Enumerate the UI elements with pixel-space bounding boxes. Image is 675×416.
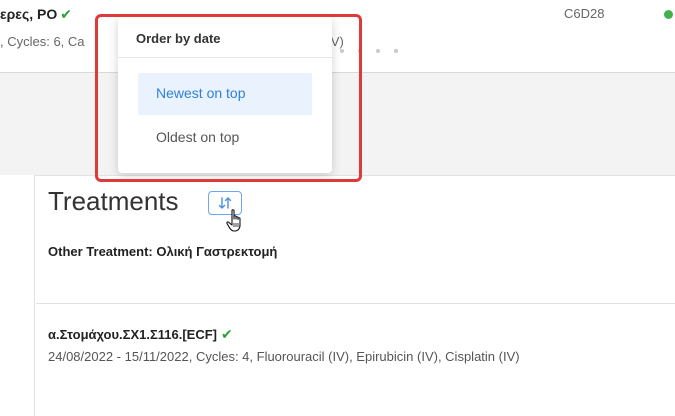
previous-regimen-title: ερες, PO ✔ <box>0 6 72 22</box>
regimen-details: 24/08/2022 - 15/11/2022, Cycles: 4, Fluo… <box>48 349 520 364</box>
check-icon: ✔ <box>60 6 72 22</box>
cycle-day-code: C6D28 <box>564 6 605 21</box>
highlight-annotation-box <box>95 14 362 182</box>
divider <box>36 303 675 304</box>
check-icon: ✔ <box>221 326 233 342</box>
previous-regimen-details-left: , Cycles: 6, Ca <box>0 34 85 49</box>
status-dot <box>664 10 673 19</box>
other-treatment-label: Other Treatment: Ολική Γαστρεκτομή <box>48 244 278 259</box>
treatments-heading: Treatments <box>48 186 179 216</box>
hand-pointer-icon <box>226 209 241 232</box>
regimen-title[interactable]: α.Στομάχου.ΣΧ1.Σ116.[ECF] ✔ <box>48 326 233 343</box>
